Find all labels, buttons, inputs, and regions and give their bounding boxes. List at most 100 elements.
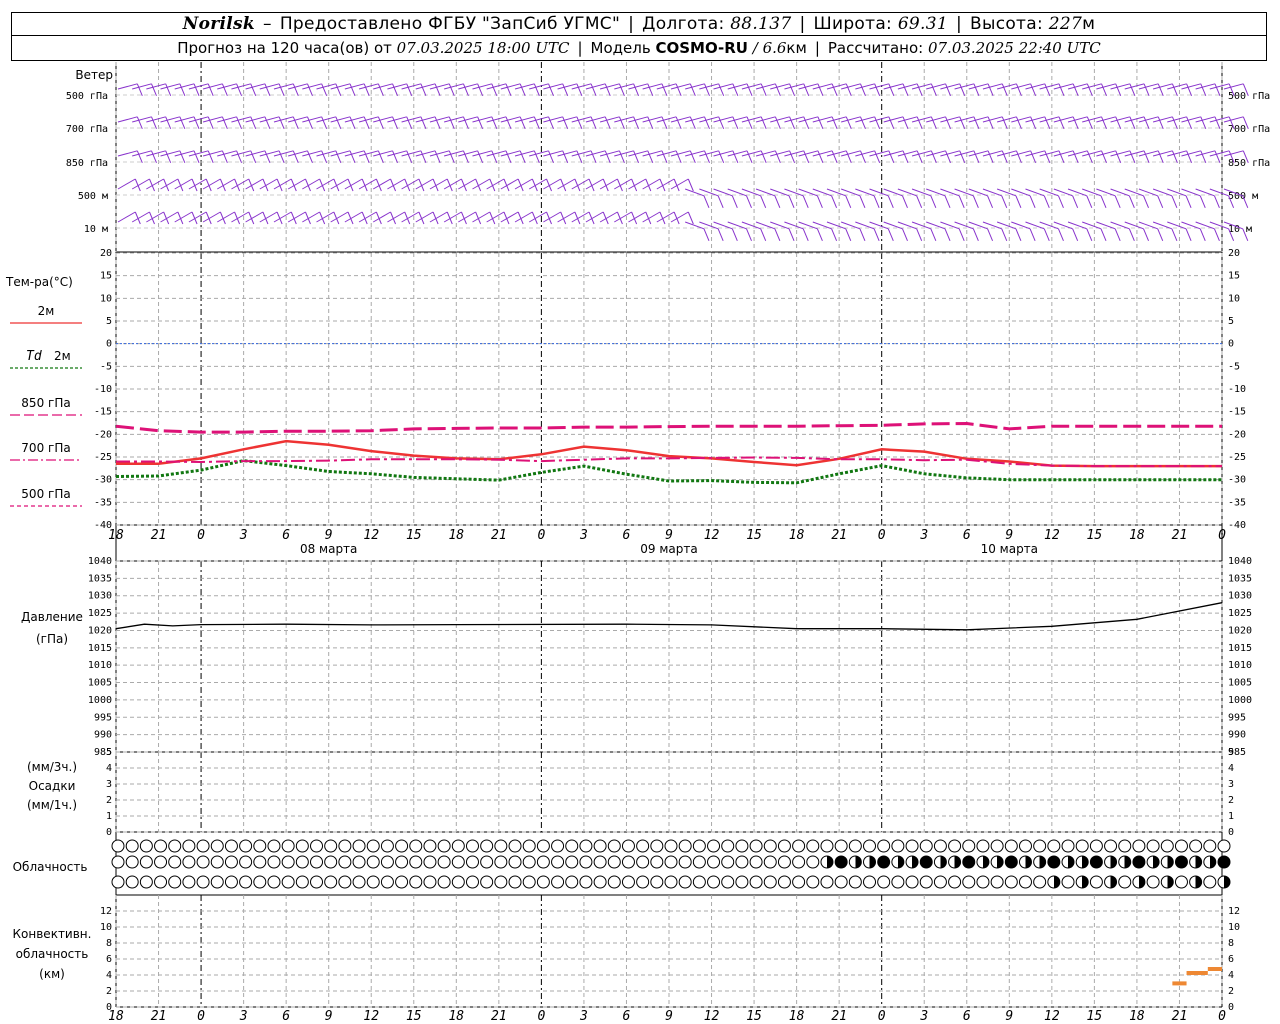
cloud-symbol bbox=[1189, 839, 1203, 853]
cloud-symbol bbox=[1018, 875, 1032, 889]
wind-barb-flag bbox=[136, 83, 143, 97]
cloud-symbol bbox=[1132, 875, 1146, 889]
cloud-symbol bbox=[1033, 875, 1047, 889]
cloud-symbol bbox=[692, 875, 706, 889]
wind-barb-flag bbox=[406, 150, 413, 164]
wind-barb bbox=[160, 211, 179, 223]
cloud-symbol bbox=[792, 855, 806, 869]
conv-ytick-right: 2 bbox=[1228, 986, 1234, 997]
cloud-symbol bbox=[338, 875, 352, 889]
conv-ytick-right: 8 bbox=[1228, 938, 1234, 949]
wind-barb-flag bbox=[618, 83, 625, 97]
wind-barb bbox=[146, 211, 164, 223]
cloud-symbol bbox=[536, 839, 550, 853]
cloud-symbol bbox=[508, 875, 522, 889]
precip-label-top: (мм/3ч.) bbox=[27, 760, 77, 774]
cloud-symbol bbox=[281, 875, 295, 889]
wind-barb-flag bbox=[972, 228, 979, 242]
temp-ytick-left: -30 bbox=[94, 475, 112, 486]
wind-barb-flag bbox=[717, 228, 724, 242]
temp-ytick-right: -25 bbox=[1228, 452, 1246, 463]
temp-hour-label: 6 bbox=[623, 528, 631, 543]
wind-barb bbox=[330, 211, 349, 223]
wind-barb-flag bbox=[1129, 150, 1136, 164]
wind-barb bbox=[571, 178, 590, 190]
wind-barb-flag bbox=[448, 83, 455, 97]
wind-barb-flag bbox=[845, 116, 852, 130]
cloud-symbol bbox=[465, 875, 479, 889]
wind-barb-flag bbox=[1214, 116, 1221, 130]
wind-barb-flag bbox=[1015, 150, 1022, 164]
cloud-symbol bbox=[721, 839, 735, 853]
wind-barb-flag bbox=[278, 83, 285, 97]
cloud-symbol bbox=[777, 875, 791, 889]
cloud-symbol bbox=[295, 839, 309, 853]
cloud-symbol bbox=[1004, 875, 1018, 889]
wind-barb-flag bbox=[687, 178, 694, 192]
cloud-symbol bbox=[352, 875, 366, 889]
bottom-hour-label: 18 bbox=[1129, 1009, 1145, 1024]
temp-hour-label: 18 bbox=[108, 528, 124, 543]
cloud-symbol bbox=[551, 839, 565, 853]
wind-barb bbox=[571, 211, 590, 223]
wind-barb-flag bbox=[434, 116, 441, 130]
wind-barb-flag bbox=[874, 150, 881, 164]
wind-barb-flag bbox=[973, 116, 980, 130]
cloud-symbol bbox=[1217, 855, 1231, 869]
bottom-hour-label: 3 bbox=[239, 1009, 248, 1024]
temp-hour-label: 0 bbox=[537, 528, 545, 543]
cloud-symbol bbox=[990, 855, 1004, 869]
wind-barb-flag bbox=[1200, 83, 1207, 97]
wind-barb-flag bbox=[221, 83, 228, 97]
cloud-symbol bbox=[508, 855, 522, 869]
pres-ytick-right: 1005 bbox=[1228, 678, 1252, 689]
cloud-symbol bbox=[324, 855, 338, 869]
bottom-hour-label: 12 bbox=[704, 1009, 720, 1024]
cloud-symbol bbox=[366, 839, 380, 853]
cloud-symbol bbox=[636, 839, 650, 853]
wind-barb-flag bbox=[548, 150, 554, 164]
cloud-symbol bbox=[182, 875, 196, 889]
wind-barb-flag bbox=[193, 150, 200, 164]
cloud-symbol bbox=[1118, 855, 1132, 869]
cloud-symbol bbox=[1146, 855, 1160, 869]
wind-barb-flag bbox=[335, 150, 342, 164]
cloud-symbol bbox=[536, 855, 550, 869]
cloud-symbol bbox=[777, 855, 791, 869]
cloud-symbol bbox=[210, 839, 224, 853]
cloud-symbol bbox=[1075, 839, 1089, 853]
cloud-symbol bbox=[707, 855, 721, 869]
wind-barb-flag bbox=[533, 83, 540, 97]
cloud-symbol bbox=[494, 839, 508, 853]
cloud-symbol bbox=[1018, 839, 1032, 853]
wind-barb bbox=[670, 211, 689, 223]
cloud-symbol bbox=[1160, 839, 1174, 853]
cloud-symbol bbox=[380, 855, 394, 869]
cloud-symbol bbox=[990, 839, 1004, 853]
cloud-symbol bbox=[139, 839, 153, 853]
prec-ytick-left: 2 bbox=[106, 795, 112, 806]
cloud-symbol bbox=[1061, 855, 1075, 869]
cloud-symbol bbox=[877, 839, 891, 853]
temp-hour-label: 9 bbox=[1005, 528, 1013, 543]
cloud-symbol bbox=[395, 875, 409, 889]
cloud-symbol bbox=[1047, 875, 1061, 889]
wind-barb-flag bbox=[987, 195, 994, 209]
pres-ytick-left: 1000 bbox=[88, 695, 112, 706]
wind-barb-flag bbox=[789, 83, 796, 97]
wind-barb-flag bbox=[1128, 228, 1135, 242]
wind-barb-flag bbox=[831, 228, 838, 242]
wind-barb bbox=[217, 211, 235, 223]
wind-barb-flag bbox=[859, 228, 866, 242]
cloud-symbol bbox=[522, 839, 536, 853]
wind-barb-flag bbox=[136, 150, 143, 164]
cloud-symbol bbox=[763, 855, 777, 869]
wind-barb-flag bbox=[193, 83, 200, 97]
cloud-symbol bbox=[267, 875, 281, 889]
cloud-symbol bbox=[465, 855, 479, 869]
cloud-symbol bbox=[239, 839, 253, 853]
cloud-symbol bbox=[1203, 875, 1217, 889]
wind-barb-flag bbox=[363, 150, 370, 164]
wind-barb bbox=[259, 178, 278, 190]
cloud-symbol bbox=[409, 839, 423, 853]
